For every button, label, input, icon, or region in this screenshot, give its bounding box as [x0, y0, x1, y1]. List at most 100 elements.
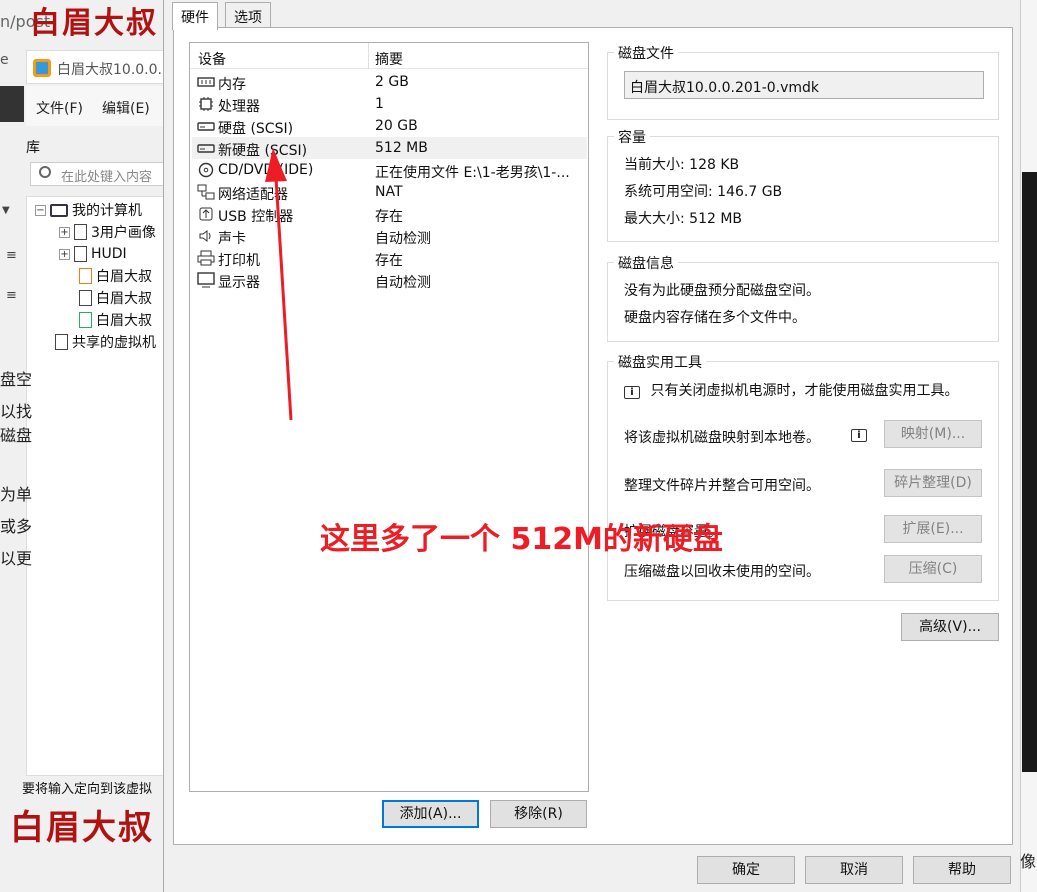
device-row[interactable]: 显示器 自动检测	[192, 269, 587, 291]
device-row[interactable]: 硬盘 (SCSI) 20 GB	[192, 115, 587, 137]
search-placeholder: 在此处键入内容	[61, 170, 153, 185]
status-bar-text: 要将输入定向到该虚拟	[22, 782, 153, 797]
help-button[interactable]: 帮助	[913, 856, 1011, 884]
device-row[interactable]: CD/DVD (IDE) 正在使用文件 E:\1-老男孩\1-...	[192, 159, 587, 181]
vm-window-title: 白眉大叔10.0.0.	[57, 62, 162, 78]
storage-info: 硬盘内容存储在多个文件中。	[624, 310, 806, 326]
hard-disk-icon	[196, 118, 216, 134]
watermark-top: 白眉大叔	[30, 6, 158, 41]
vm-icon	[79, 290, 92, 306]
menu-bar: 文件(F) 编辑(E)	[26, 86, 165, 126]
info-icon[interactable]: i	[851, 429, 867, 442]
tree-label: 白眉大叔	[96, 291, 152, 307]
disk-file-group: 磁盘文件 白眉大叔10.0.0.201-0.vmdk	[607, 43, 999, 120]
defragment-button[interactable]: 碎片整理(D)	[884, 469, 982, 497]
column-summary[interactable]: 摘要	[375, 49, 403, 69]
disk-info-title: 磁盘信息	[614, 253, 678, 273]
vm-window-tab[interactable]: 白眉大叔10.0.0.	[26, 50, 165, 84]
text-fragment: 盘空	[0, 370, 33, 389]
device-list-header: 设备 摘要	[190, 43, 588, 69]
disk-file-path[interactable]: 白眉大叔10.0.0.201-0.vmdk	[624, 71, 984, 99]
capacity-title: 容量	[614, 127, 650, 147]
collapse-icon[interactable]: −	[35, 204, 46, 216]
tree-item[interactable]: 白眉大叔	[79, 265, 152, 287]
tab-hardware[interactable]: 硬件	[172, 2, 218, 30]
device-name: USB 控制器	[218, 209, 294, 225]
device-row[interactable]: 处理器 1	[192, 93, 587, 115]
background-window: n/post 白眉大叔 e 白眉大叔10.0.0. 文件(F) 编辑(E) 库 …	[0, 0, 165, 892]
tree-item[interactable]: 白眉大叔	[79, 309, 152, 331]
device-summary: 自动检测	[375, 231, 431, 247]
network-adapter-icon	[196, 184, 216, 200]
tree-label: 3用户画像	[91, 225, 156, 241]
tree-label: 我的计算机	[72, 203, 142, 219]
device-row[interactable]: 网络适配器 NAT	[192, 181, 587, 203]
device-name: 处理器	[218, 99, 260, 115]
tree-label: 白眉大叔	[96, 269, 152, 285]
tree-item-shared[interactable]: 共享的虚拟机	[55, 331, 156, 353]
text-fragment: 以找	[0, 402, 33, 421]
cd-dvd-icon	[196, 162, 216, 178]
menu-edit[interactable]: 编辑(E)	[102, 98, 150, 118]
disk-info-group: 磁盘信息 没有为此硬盘预分配磁盘空间。 硬盘内容存储在多个文件中。	[607, 253, 999, 342]
device-row[interactable]: 声卡 自动检测	[192, 225, 587, 247]
cancel-button[interactable]: 取消	[805, 856, 903, 884]
tree-label: 白眉大叔	[96, 313, 152, 329]
map-button[interactable]: 映射(M)...	[884, 420, 982, 448]
tree-label: HUDI	[91, 246, 127, 262]
device-summary: 自动检测	[375, 275, 431, 291]
device-name: CD/DVD (IDE)	[218, 162, 314, 178]
collapse-arrow-icon[interactable]: ▼	[2, 205, 10, 216]
library-search-input[interactable]: 在此处键入内容	[30, 162, 165, 186]
text-fragment: 或多	[0, 517, 33, 536]
max-size: 最大大小: 512 MB	[624, 211, 743, 227]
vm-icon	[79, 268, 92, 284]
available-space: 系统可用空间: 146.7 GB	[624, 184, 783, 200]
text-fragment: 磁盘	[0, 426, 33, 445]
list-icon[interactable]: ≡	[6, 248, 17, 263]
dark-strip	[0, 86, 24, 122]
column-divider[interactable]	[368, 43, 369, 69]
expand-icon[interactable]: +	[59, 226, 70, 238]
compact-button[interactable]: 压缩(C)	[884, 555, 982, 583]
device-row[interactable]: 内存 2 GB	[192, 71, 587, 93]
expand-icon[interactable]: +	[59, 248, 70, 260]
details-icon[interactable]: ≡	[6, 288, 17, 303]
tree-item[interactable]: + HUDI	[59, 243, 127, 265]
advanced-button[interactable]: 高级(V)...	[901, 613, 999, 641]
add-device-button[interactable]: 添加(A)...	[382, 800, 479, 828]
watermark-bottom: 白眉大叔	[10, 808, 154, 848]
cpu-icon	[196, 96, 216, 112]
memory-icon	[196, 74, 216, 90]
defrag-description: 整理文件碎片并整合可用空间。	[624, 478, 820, 494]
disk-utilities-title: 磁盘实用工具	[614, 352, 706, 372]
expand-button[interactable]: 扩展(E)...	[884, 515, 982, 543]
tree-item-my-computer[interactable]: − 我的计算机	[35, 199, 142, 221]
device-list[interactable]: 设备 摘要 内存 2 GB 处理器 1 硬盘 (SCSI) 20 GB 新硬盘 (SCSI)…	[189, 42, 589, 792]
computer-icon	[50, 203, 68, 217]
device-summary: 存在	[375, 253, 403, 269]
device-row[interactable]: USB 控制器 存在	[192, 203, 587, 225]
device-summary: 存在	[375, 209, 403, 225]
background-console	[1022, 172, 1037, 772]
hard-disk-icon	[196, 140, 216, 156]
ok-button[interactable]: 确定	[697, 856, 795, 884]
device-name: 内存	[218, 77, 246, 93]
annotation-text: 这里多了一个 512M的新硬盘	[320, 522, 723, 557]
device-name: 网络适配器	[218, 187, 288, 203]
tree-item[interactable]: + 3用户画像	[59, 221, 156, 243]
tree-item[interactable]: 白眉大叔	[79, 287, 152, 309]
menu-file[interactable]: 文件(F)	[36, 98, 83, 118]
shared-vm-icon	[55, 334, 68, 350]
column-device[interactable]: 设备	[198, 49, 226, 69]
device-name: 声卡	[218, 231, 246, 247]
remove-device-button[interactable]: 移除(R)	[490, 800, 587, 828]
tab-options[interactable]: 选项	[225, 2, 271, 28]
device-row[interactable]: 新硬盘 (SCSI) 512 MB	[192, 137, 587, 159]
device-row[interactable]: 打印机 存在	[192, 247, 587, 269]
compact-description: 压缩磁盘以回收未使用的空间。	[624, 564, 820, 580]
close-fragment: e	[0, 52, 9, 68]
device-summary: NAT	[375, 184, 403, 200]
preallocation-info: 没有为此硬盘预分配磁盘空间。	[624, 283, 820, 299]
hardware-page: 设备 摘要 内存 2 GB 处理器 1 硬盘 (SCSI) 20 GB 新硬盘 (SCSI)…	[173, 27, 1013, 845]
